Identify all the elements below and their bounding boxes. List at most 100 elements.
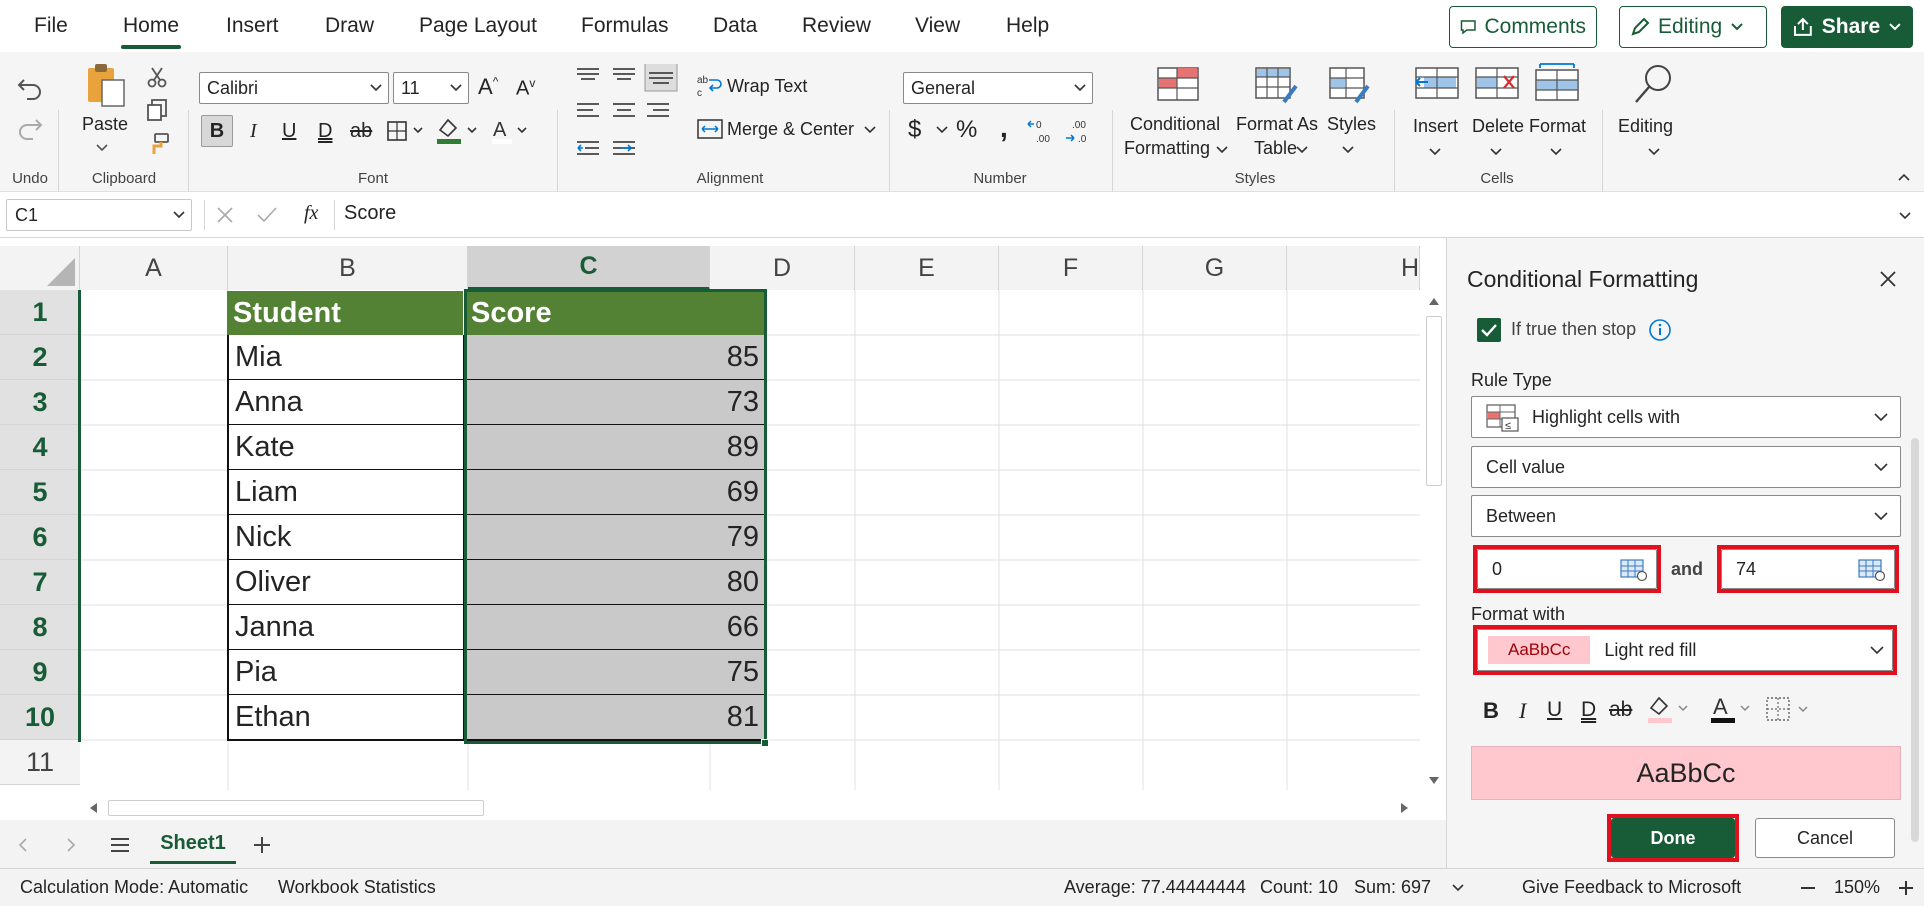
cut-icon[interactable] (146, 66, 168, 88)
row-header-1[interactable]: 1 (0, 290, 80, 335)
sheet-tab-sheet1[interactable]: Sheet1 (150, 826, 236, 864)
delete-cells-label[interactable]: Delete (1472, 116, 1524, 137)
select-all-corner[interactable] (0, 246, 80, 290)
row-header-8[interactable]: 8 (0, 605, 80, 650)
conditional-formatting-label-2[interactable]: Formatting (1124, 138, 1210, 159)
format-painter-icon[interactable] (146, 132, 170, 156)
cell-student[interactable]: Oliver (227, 560, 465, 606)
confirm-entry-icon[interactable] (256, 206, 278, 224)
chevron-down-icon[interactable] (1429, 148, 1441, 156)
tab-file[interactable]: File (34, 14, 68, 38)
cell-student[interactable]: Pia (227, 650, 465, 696)
undo-icon[interactable] (16, 74, 44, 100)
add-sheet-icon[interactable] (252, 835, 272, 855)
editing-mode-button[interactable]: Editing (1619, 6, 1767, 48)
cell-student[interactable]: Nick (227, 515, 465, 561)
cell-student[interactable]: Liam (227, 470, 465, 516)
row-header-11[interactable]: 11 (0, 740, 80, 785)
cell-student[interactable]: Mia (227, 335, 465, 381)
share-button[interactable]: Share (1781, 6, 1913, 48)
format-cells-label[interactable]: Format (1529, 116, 1586, 137)
chevron-down-icon[interactable] (1342, 146, 1354, 154)
strikethrough-icon[interactable]: ab (350, 120, 372, 143)
stop-if-true-checkbox[interactable] (1477, 318, 1501, 342)
column-header-g[interactable]: G (1143, 246, 1287, 290)
column-header-c[interactable]: C (468, 246, 710, 290)
paste-icon[interactable] (84, 62, 128, 108)
cancel-entry-icon[interactable] (216, 206, 234, 224)
underline-icon[interactable]: U (1547, 698, 1562, 722)
increase-decimal-icon[interactable]: 0.00 (1026, 116, 1056, 146)
tab-help[interactable]: Help (1006, 14, 1049, 38)
chevron-down-icon[interactable] (1490, 148, 1502, 156)
chevron-down-icon[interactable] (1452, 884, 1464, 892)
wrap-text-label[interactable]: Wrap Text (727, 76, 807, 97)
number-format-select[interactable]: General (903, 72, 1093, 104)
comma-style-icon[interactable]: , (1000, 112, 1008, 144)
row-header-6[interactable]: 6 (0, 515, 80, 560)
double-underline-icon[interactable]: D (318, 120, 332, 143)
row-header-3[interactable]: 3 (0, 380, 80, 425)
font-size-select[interactable]: 11 (393, 72, 469, 104)
row-header-7[interactable]: 7 (0, 560, 80, 605)
close-icon[interactable] (1879, 270, 1897, 288)
cell-styles-icon[interactable] (1328, 66, 1374, 106)
cell-student[interactable]: Kate (227, 425, 465, 471)
decrease-decimal-icon[interactable]: .00.0 (1064, 116, 1094, 146)
row-header-2[interactable]: 2 (0, 335, 80, 380)
conditional-formatting-label[interactable]: Conditional (1130, 114, 1220, 135)
italic-icon[interactable]: I (1519, 698, 1526, 724)
font-color-icon[interactable]: A (490, 116, 532, 146)
column-header-a[interactable]: A (80, 246, 228, 290)
bold-icon[interactable]: B (1483, 698, 1499, 724)
row-header-4[interactable]: 4 (0, 425, 80, 470)
double-underline-icon[interactable]: D (1581, 698, 1596, 722)
strikethrough-icon[interactable]: ab (1609, 698, 1632, 722)
conditional-formatting-icon[interactable] (1156, 66, 1200, 102)
fill-color-icon[interactable] (1645, 694, 1693, 726)
tab-insert[interactable]: Insert (226, 14, 279, 38)
feedback-link[interactable]: Give Feedback to Microsoft (1522, 877, 1741, 898)
format-cells-icon[interactable] (1534, 62, 1580, 102)
info-icon[interactable] (1648, 318, 1672, 342)
panel-scrollbar[interactable] (1911, 438, 1919, 842)
column-header-e[interactable]: E (855, 246, 999, 290)
expand-formula-bar-icon[interactable] (1898, 211, 1912, 221)
styles-label[interactable]: Styles (1327, 114, 1376, 135)
alignment-buttons-icon[interactable] (575, 64, 685, 174)
percent-icon[interactable]: % (956, 116, 977, 144)
decrease-font-size-icon[interactable]: Av (516, 76, 535, 101)
previous-sheet-icon[interactable] (18, 838, 28, 852)
condition-select[interactable]: Cell value (1471, 446, 1901, 488)
bold-icon[interactable]: B (201, 115, 233, 147)
insert-function-icon[interactable]: fx (304, 202, 318, 225)
tab-page-layout[interactable]: Page Layout (419, 14, 537, 38)
all-sheets-menu-icon[interactable] (110, 837, 130, 853)
zoom-in-icon[interactable] (1898, 880, 1914, 896)
insert-cells-label[interactable]: Insert (1413, 116, 1458, 137)
tab-home[interactable]: Home (123, 14, 179, 38)
chevron-down-icon[interactable] (936, 126, 948, 134)
column-header-f[interactable]: F (999, 246, 1143, 290)
collapse-ribbon-icon[interactable] (1897, 172, 1911, 182)
column-header-d[interactable]: D (710, 246, 855, 290)
currency-icon[interactable]: $ (908, 116, 921, 144)
chevron-down-icon[interactable] (1296, 146, 1308, 154)
vertical-scroll-thumb[interactable] (1426, 316, 1442, 486)
increase-font-size-icon[interactable]: A^ (478, 74, 498, 100)
merge-center-icon[interactable] (697, 118, 723, 140)
editing-group-label[interactable]: Editing (1618, 116, 1673, 137)
column-header-h[interactable]: H (1287, 246, 1420, 290)
merge-center-label[interactable]: Merge & Center (727, 119, 854, 140)
row-header-10[interactable]: 10 (0, 695, 80, 740)
row-header-9[interactable]: 9 (0, 650, 80, 695)
tab-data[interactable]: Data (713, 14, 757, 38)
chevron-down-icon[interactable] (1550, 148, 1562, 156)
format-as-table-label[interactable]: Format As (1236, 114, 1318, 135)
vertical-scrollbar[interactable] (1422, 290, 1446, 796)
tab-review[interactable]: Review (802, 14, 871, 38)
operator-select[interactable]: Between (1471, 495, 1901, 537)
rule-type-select[interactable]: ≤ Highlight cells with (1471, 396, 1901, 438)
comments-button[interactable]: Comments (1449, 6, 1597, 48)
cell-b1-header[interactable]: Student (227, 291, 463, 336)
